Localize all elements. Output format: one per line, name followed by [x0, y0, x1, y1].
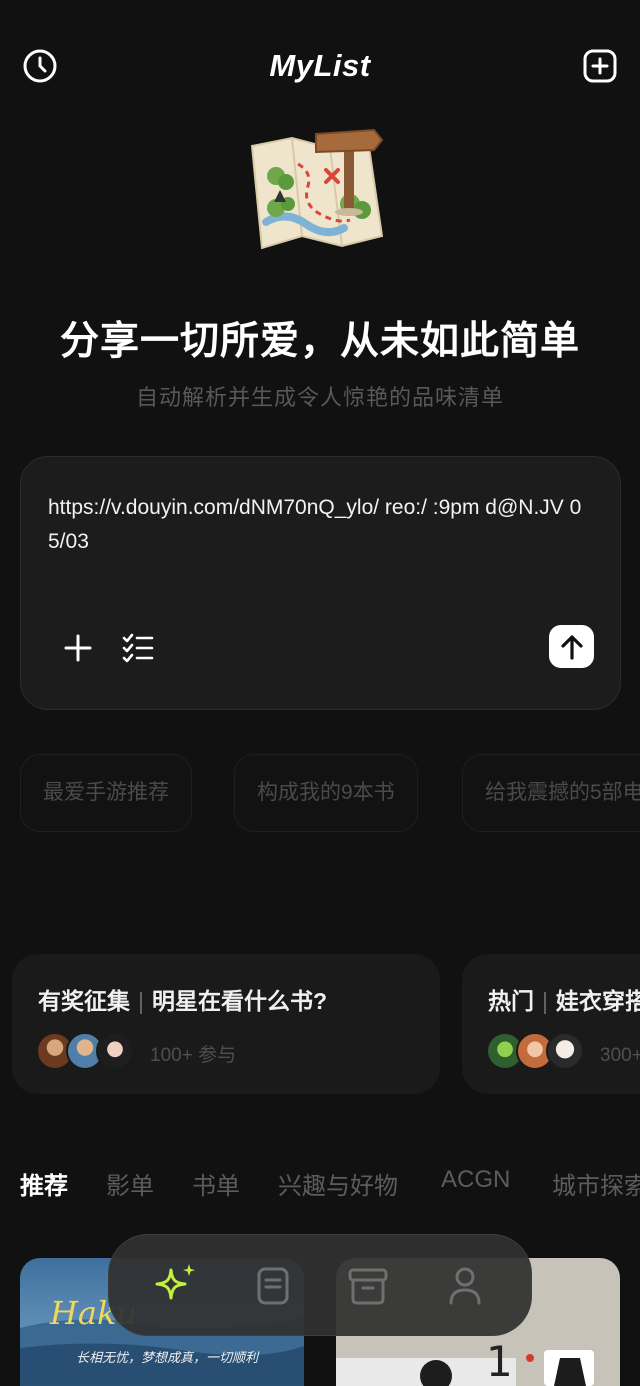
top-bar: MyList — [0, 40, 640, 96]
template-list-button[interactable] — [121, 631, 155, 665]
new-list-button[interactable] — [580, 46, 620, 86]
plus-icon — [64, 634, 92, 662]
event-title: 有奖征集 | 明星在看什么书? — [38, 982, 327, 1016]
hero-headline: 分享一切所爱，从未如此简单 — [59, 320, 580, 363]
tab-city[interactable]: 城市探索 — [552, 1166, 640, 1201]
suggestion-chip[interactable]: 最爱手游推荐 — [20, 754, 192, 832]
event-carousel: 有奖征集 | 明星在看什么书? 100+ 参与 热门 | 娃衣穿搭 300+ 参与 — [0, 954, 640, 1094]
tab-notes[interactable] — [248, 1261, 298, 1311]
event-tag: 有奖征集 — [38, 988, 130, 1014]
tab-discover[interactable] — [150, 1261, 200, 1311]
tab-books[interactable]: 书单 — [192, 1166, 240, 1201]
event-tag: 热门 — [488, 988, 534, 1014]
divider: | — [542, 988, 548, 1014]
tab-acgn[interactable]: ACGN — [441, 1166, 510, 1194]
checklist-icon — [122, 633, 154, 663]
add-square-icon — [583, 49, 617, 83]
avatar — [96, 1032, 134, 1070]
arrow-up-icon — [560, 634, 583, 660]
suggestion-chip[interactable]: 给我震撼的5部电影 — [462, 754, 640, 832]
hero-subline: 自动解析并生成令人惊艳的品味清单 — [135, 385, 504, 410]
event-topic: 娃衣穿搭 — [555, 988, 640, 1014]
tab-recommend[interactable]: 推荐 — [20, 1166, 68, 1201]
tab-movies[interactable]: 影单 — [106, 1166, 154, 1201]
divider: | — [138, 988, 144, 1014]
thumbnail-text: 1 — [486, 1337, 513, 1386]
avatar — [546, 1032, 584, 1070]
link-input-card: https://v.douyin.com/dNM70nQ_ylo/ reo:/ … — [20, 456, 621, 710]
bottom-tab-bar — [108, 1234, 532, 1336]
event-card[interactable]: 热门 | 娃衣穿搭 300+ 参与 — [462, 954, 640, 1094]
thumbnail-caption: 长相无忧，梦想成真，一切顺利 — [76, 1351, 260, 1366]
tab-profile[interactable] — [440, 1261, 490, 1311]
document-icon — [257, 1267, 289, 1305]
event-card[interactable]: 有奖征集 | 明星在看什么书? 100+ 参与 — [12, 954, 440, 1094]
event-topic: 明星在看什么书? — [151, 988, 328, 1014]
suggestion-chips: 最爱手游推荐 构成我的9本书 给我震撼的5部电影 — [0, 754, 640, 832]
tab-interests[interactable]: 兴趣与好物 — [278, 1166, 398, 1201]
event-title: 热门 | 娃衣穿搭 — [488, 982, 640, 1016]
profile-icon — [449, 1267, 481, 1305]
participant-count: 300+ 参与 — [600, 1045, 640, 1066]
attach-button[interactable] — [61, 631, 95, 665]
suggestion-chip[interactable]: 构成我的9本书 — [234, 754, 418, 832]
send-button[interactable] — [549, 625, 594, 668]
link-input-field[interactable]: https://v.douyin.com/dNM70nQ_ylo/ reo:/ … — [48, 491, 593, 559]
sparkle-icon — [155, 1264, 195, 1300]
app-title: MyList — [269, 48, 371, 83]
archive-icon — [348, 1268, 388, 1305]
participant-count: 100+ 参与 — [150, 1045, 237, 1066]
tab-archive[interactable] — [343, 1261, 393, 1311]
treasure-map-icon — [246, 124, 390, 260]
